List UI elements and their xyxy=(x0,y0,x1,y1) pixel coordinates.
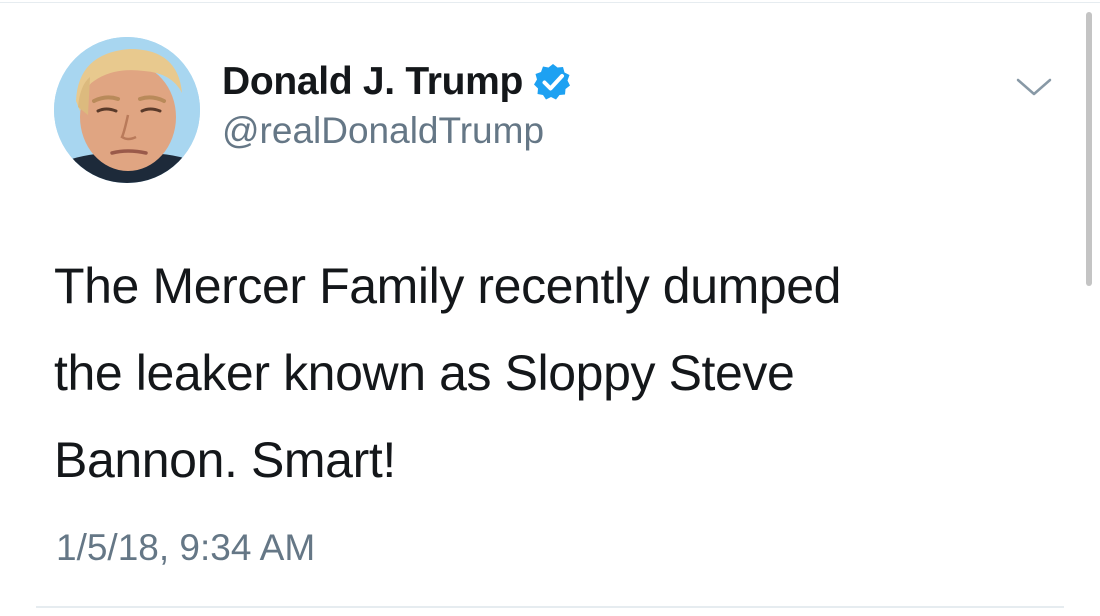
avatar[interactable] xyxy=(54,37,200,183)
scrollbar[interactable] xyxy=(1086,12,1092,286)
author-handle[interactable]: @realDonaldTrump xyxy=(222,110,544,152)
tweet-card: Donald J. Trump @realDonaldTrump The Mer… xyxy=(0,0,1100,616)
top-divider xyxy=(0,2,1100,3)
author-name-row: Donald J. Trump xyxy=(222,57,573,107)
chevron-down-icon[interactable] xyxy=(1014,74,1054,100)
tweet-timestamp[interactable]: 1/5/18, 9:34 AM xyxy=(56,527,315,569)
verified-badge-icon xyxy=(534,64,571,100)
display-name[interactable]: Donald J. Trump xyxy=(222,60,523,104)
bottom-divider xyxy=(36,606,1064,608)
tweet-text: The Mercer Family recently dumped the le… xyxy=(54,258,842,488)
profile-photo-icon xyxy=(54,37,200,183)
